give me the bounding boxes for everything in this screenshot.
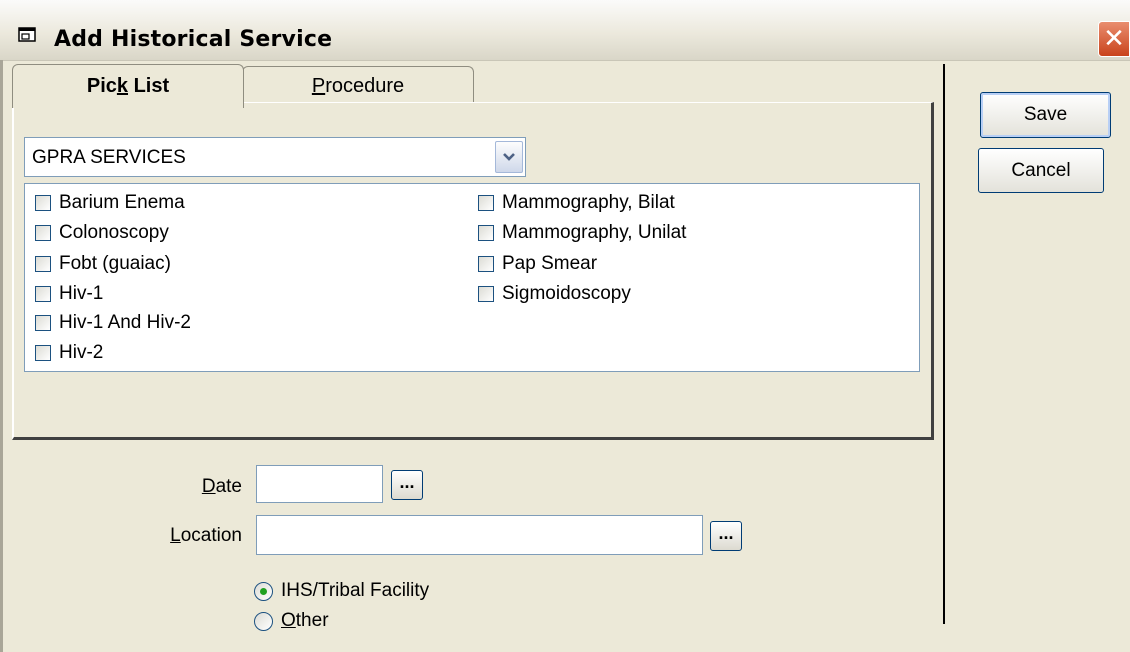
tab-procedure[interactable]: Procedure (242, 66, 474, 106)
window-title: Add Historical Service (54, 27, 333, 52)
checkbox[interactable] (478, 195, 494, 211)
chevron-down-icon (503, 153, 515, 161)
radio-button[interactable] (254, 582, 273, 601)
list-item-label: Pap Smear (502, 253, 598, 274)
location-label: Location (170, 525, 242, 546)
date-field[interactable] (256, 465, 383, 503)
service-checklist: Barium Enema Colonoscopy Fobt (guaiac) H… (24, 183, 920, 372)
checkbox[interactable] (478, 256, 494, 272)
title-bar: Add Historical Service ✕ (0, 0, 1130, 61)
checkbox[interactable] (478, 225, 494, 241)
list-item-label: Sigmoidoscopy (502, 283, 631, 304)
tab-pick-list-label: Pick List (86, 75, 170, 97)
pick-list-dropdown-value: GPRA SERVICES (32, 147, 186, 168)
radio-label: IHS/Tribal Facility (281, 580, 430, 601)
location-field[interactable] (256, 515, 703, 555)
cancel-button[interactable]: Cancel (978, 148, 1104, 193)
pick-list-dropdown[interactable]: GPRA SERVICES (24, 137, 526, 177)
checkbox[interactable] (35, 256, 51, 272)
window-app-icon (18, 27, 36, 42)
window-border (0, 60, 3, 652)
list-item-label: Hiv-2 (59, 342, 104, 363)
checkbox[interactable] (35, 315, 51, 331)
tab-pick-list[interactable]: Pick List (12, 64, 244, 108)
checkbox[interactable] (35, 225, 51, 241)
dropdown-button[interactable] (495, 141, 523, 173)
date-label: Date (201, 476, 242, 497)
checkbox[interactable] (35, 345, 51, 361)
list-item-label: Barium Enema (59, 192, 185, 213)
list-item-label: Colonoscopy (59, 222, 169, 243)
list-item-label: Mammography, Bilat (502, 192, 675, 213)
list-item-label: Hiv-1 (59, 283, 104, 304)
date-picker-button[interactable]: ... (391, 470, 423, 500)
tab-procedure-label: Procedure (311, 75, 405, 97)
location-lookup-button[interactable]: ... (710, 521, 742, 551)
checkbox[interactable] (35, 195, 51, 211)
save-button[interactable]: Save (980, 92, 1111, 138)
close-icon[interactable]: ✕ (1098, 21, 1130, 57)
sidebar-divider (943, 64, 945, 624)
checkbox[interactable] (35, 286, 51, 302)
list-item-label: Fobt (guaiac) (59, 253, 171, 274)
checkbox[interactable] (478, 286, 494, 302)
radio-button[interactable] (254, 612, 273, 631)
radio-label: Other (281, 610, 329, 631)
list-item-label: Hiv-1 And Hiv-2 (59, 312, 191, 333)
list-item-label: Mammography, Unilat (502, 222, 687, 243)
